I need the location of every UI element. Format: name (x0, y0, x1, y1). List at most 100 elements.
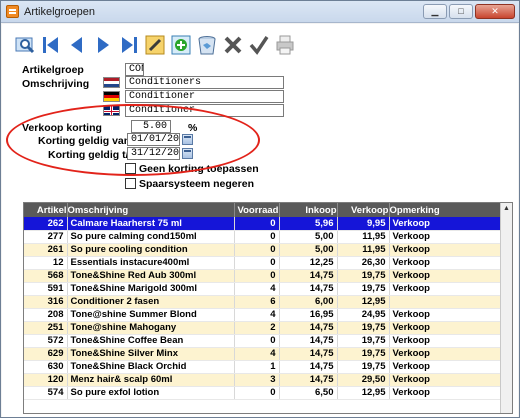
column-header-opmerking[interactable]: Opmerking (389, 203, 502, 217)
cell-verkoop: 19,75 (337, 334, 390, 348)
table-row[interactable]: 568 Tone&Shine Red Aub 300ml 0 14,75 19,75 Ve… (24, 269, 502, 283)
table-row[interactable]: 316 Conditioner 2 fasen 6 6,00 12,95 (24, 295, 502, 309)
artikelgroep-label: Artikelgroep (22, 64, 84, 76)
add-button[interactable] (170, 34, 192, 56)
cell-verkoop: 12,95 (337, 386, 390, 400)
table-row[interactable]: 12 Essentials instacure400ml 0 12,25 26,30 Ve… (24, 256, 502, 270)
vertical-scrollbar[interactable]: ▲ (500, 203, 512, 413)
cell-artikel: 591 (24, 282, 68, 296)
omschrijving-en-field[interactable]: Conditioner (125, 104, 284, 117)
table-row[interactable]: 261 So pure cooling condition 0 5,00 11,95 Ve… (24, 243, 502, 257)
cell-verkoop: 12,95 (337, 295, 390, 309)
cell-inkoop: 5,00 (279, 230, 338, 244)
cell-opmerking: Verkoop (389, 334, 502, 348)
table-row[interactable]: 251 Tone@shine Mahogany 2 14,75 19,75 Verkoop (24, 321, 502, 335)
cell-opmerking: Verkoop (389, 347, 502, 361)
cell-artikel: 572 (24, 334, 68, 348)
cell-opmerking: Verkoop (389, 230, 502, 244)
cell-artikel: 568 (24, 269, 68, 283)
title-bar[interactable]: Artikelgroepen ▁ □ ✕ (1, 1, 519, 23)
cancel-button[interactable] (222, 34, 244, 56)
column-header-omschrijving[interactable]: Omschrijving (67, 203, 235, 217)
toolbar (14, 31, 296, 59)
cell-opmerking: Verkoop (389, 269, 502, 283)
cell-voorraad: 0 (234, 256, 280, 270)
calendar-tm-icon[interactable] (182, 148, 193, 159)
spaarsysteem-checkbox[interactable] (125, 178, 136, 189)
cell-verkoop: 24,95 (337, 308, 390, 322)
korting-tm-label: Korting geldig t/m (48, 149, 138, 161)
cell-opmerking: Verkoop (389, 243, 502, 257)
next-record-button[interactable] (92, 34, 114, 56)
article-table: Artikel Omschrijving Voorraad Inkoop Ver… (24, 203, 502, 400)
cell-omschrijving: Tone&Shine Coffee Bean (67, 334, 235, 348)
cell-voorraad: 0 (234, 243, 280, 257)
edit-button[interactable] (144, 34, 166, 56)
table-row[interactable]: 574 So pure exfol lotion 0 6,50 12,95 Verkoop (24, 386, 502, 400)
search-icon (15, 37, 35, 54)
close-button[interactable]: ✕ (475, 4, 515, 19)
delete-bin-icon (198, 36, 216, 55)
artikelgroep-field[interactable]: CON (125, 63, 144, 76)
first-record-button[interactable] (40, 34, 62, 56)
column-header-voorraad[interactable]: Voorraad (234, 203, 280, 217)
omschrijving-nl-field[interactable]: Conditioners (125, 76, 284, 89)
table-row[interactable]: 208 Tone@shine Summer Blond 4 16,95 24,95 Ver… (24, 308, 502, 322)
column-header-inkoop[interactable]: Inkoop (279, 203, 338, 217)
table-body: 262 Calmare Haarherst 75 ml 0 5,96 9,95 Verko… (24, 217, 502, 400)
cell-opmerking: Verkoop (389, 256, 502, 270)
search-button[interactable] (14, 34, 36, 56)
cell-omschrijving: Tone@shine Summer Blond (67, 308, 235, 322)
cell-inkoop: 14,75 (279, 360, 338, 374)
column-header-artikel[interactable]: Artikel (24, 203, 68, 217)
english-flag-icon (103, 105, 120, 116)
table-row[interactable]: 262 Calmare Haarherst 75 ml 0 5,96 9,95 Verko… (24, 217, 502, 231)
table-row[interactable]: 630 Tone&Shine Black Orchid 1 14,75 19,75 Ver… (24, 360, 502, 374)
calendar-vanaf-icon[interactable] (182, 134, 193, 145)
cell-voorraad: 0 (234, 269, 280, 283)
cell-verkoop: 19,75 (337, 321, 390, 335)
confirm-button[interactable] (248, 34, 270, 56)
cell-omschrijving: Tone&Shine Marigold 300ml (67, 282, 235, 296)
cell-voorraad: 2 (234, 321, 280, 335)
cell-inkoop: 5,96 (279, 217, 338, 231)
table-row[interactable]: 277 So pure calming cond150ml 0 5,00 11,95 Ve… (24, 230, 502, 244)
last-record-icon (122, 37, 137, 53)
cell-verkoop: 26,30 (337, 256, 390, 270)
table-row[interactable]: 120 Menz hair& scalp 60ml 3 14,75 29,50 Verko… (24, 373, 502, 387)
korting-vanaf-date-field[interactable]: 01/01/2017 (127, 133, 180, 146)
cell-artikel: 262 (24, 217, 68, 231)
geen-korting-checkbox[interactable] (125, 163, 136, 174)
next-record-icon (98, 37, 109, 53)
omschrijving-de-field[interactable]: Conditioner (125, 90, 284, 103)
cell-artikel: 316 (24, 295, 68, 309)
maximize-button[interactable]: □ (449, 4, 473, 19)
cell-artikel: 277 (24, 230, 68, 244)
cell-artikel: 12 (24, 256, 68, 270)
cell-inkoop: 6,00 (279, 295, 338, 309)
column-header-verkoop[interactable]: Verkoop (337, 203, 390, 217)
delete-button[interactable] (196, 34, 218, 56)
omschrijving-label: Omschrijving (22, 78, 90, 90)
table-row[interactable]: 629 Tone&Shine Silver Minx 4 14,75 19,75 Verk… (24, 347, 502, 361)
cell-voorraad: 1 (234, 360, 280, 374)
last-record-button[interactable] (118, 34, 140, 56)
cell-omschrijving: So pure cooling condition (67, 243, 235, 257)
table-row[interactable]: 572 Tone&Shine Coffee Bean 0 14,75 19,75 Verk… (24, 334, 502, 348)
cell-voorraad: 0 (234, 334, 280, 348)
german-flag-icon (103, 91, 120, 102)
scroll-up-arrow-icon[interactable]: ▲ (501, 203, 512, 215)
minimize-button[interactable]: ▁ (423, 4, 447, 19)
cell-opmerking: Verkoop (389, 217, 502, 231)
table-row[interactable]: 591 Tone&Shine Marigold 300ml 4 14,75 19,75 V… (24, 282, 502, 296)
dutch-flag-icon (103, 77, 120, 88)
cell-omschrijving: So pure calming cond150ml (67, 230, 235, 244)
cell-artikel: 120 (24, 373, 68, 387)
verkoop-korting-field[interactable]: 5.00 (131, 120, 171, 133)
app-icon (6, 5, 19, 18)
korting-tm-date-field[interactable]: 31/12/2017 (127, 147, 180, 160)
cell-inkoop: 6,50 (279, 386, 338, 400)
add-icon (171, 35, 191, 55)
print-button[interactable] (274, 34, 296, 56)
previous-record-button[interactable] (66, 34, 88, 56)
